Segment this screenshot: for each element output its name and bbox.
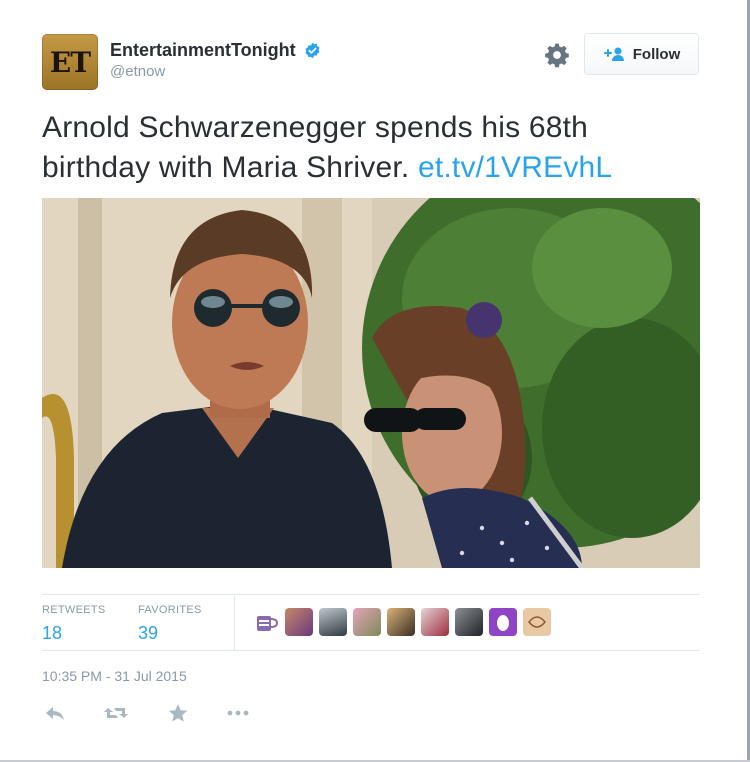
favoriter-avatar[interactable] bbox=[421, 608, 449, 636]
favoriter-avatar[interactable] bbox=[523, 608, 551, 636]
mug-avatar-icon bbox=[257, 616, 279, 631]
tweet-link[interactable]: et.tv/1VREvhL bbox=[418, 151, 612, 184]
user-name-block[interactable]: EntertainmentTonight @etnow bbox=[110, 40, 321, 80]
follow-button-label: Follow bbox=[632, 45, 681, 63]
favoriter-avatar[interactable] bbox=[387, 608, 415, 636]
stats-separator bbox=[234, 596, 235, 650]
favorites-label: FAVORITES bbox=[138, 604, 202, 616]
tweet-text: Arnold Schwarzenegger spends his 68th bi… bbox=[42, 108, 702, 188]
more-options-icon[interactable] bbox=[226, 702, 250, 724]
favoriter-avatar[interactable] bbox=[285, 608, 313, 636]
retweet-icon[interactable] bbox=[103, 702, 129, 724]
favoriter-avatar[interactable] bbox=[353, 608, 381, 636]
egg-avatar-icon bbox=[497, 615, 509, 631]
user-fullname[interactable]: EntertainmentTonight bbox=[110, 40, 296, 61]
reply-icon[interactable] bbox=[44, 702, 66, 724]
follow-user-plus-icon bbox=[603, 47, 624, 61]
tweet-photo[interactable] bbox=[42, 198, 700, 568]
retweets-count: 18 bbox=[42, 623, 63, 643]
favoriter-avatar[interactable] bbox=[489, 608, 517, 636]
favorites-count: 39 bbox=[138, 623, 159, 643]
stats-top-divider bbox=[42, 594, 700, 595]
user-avatar[interactable]: ET bbox=[42, 34, 98, 90]
gear-icon[interactable] bbox=[544, 42, 570, 68]
favorite-star-icon[interactable] bbox=[167, 702, 189, 724]
verified-badge-icon bbox=[305, 42, 320, 59]
favoriter-avatar[interactable] bbox=[252, 608, 280, 636]
retweets-label: RETWEETS bbox=[42, 604, 106, 616]
follow-button[interactable]: Follow bbox=[584, 33, 699, 75]
stats-bottom-divider bbox=[42, 650, 700, 651]
favorites-stat[interactable]: FAVORITES 39 bbox=[138, 604, 202, 644]
tweet-timestamp[interactable]: 10:35 PM - 31 Jul 2015 bbox=[42, 668, 187, 684]
retweets-stat[interactable]: RETWEETS 18 bbox=[42, 604, 106, 644]
tweet-photo-illustration bbox=[42, 198, 700, 568]
user-handle[interactable]: @etnow bbox=[110, 63, 321, 80]
favoriter-avatar[interactable] bbox=[319, 608, 347, 636]
sketch-avatar-icon bbox=[528, 616, 546, 628]
avatar-logo-text: ET bbox=[49, 45, 91, 79]
favoriter-avatar[interactable] bbox=[455, 608, 483, 636]
